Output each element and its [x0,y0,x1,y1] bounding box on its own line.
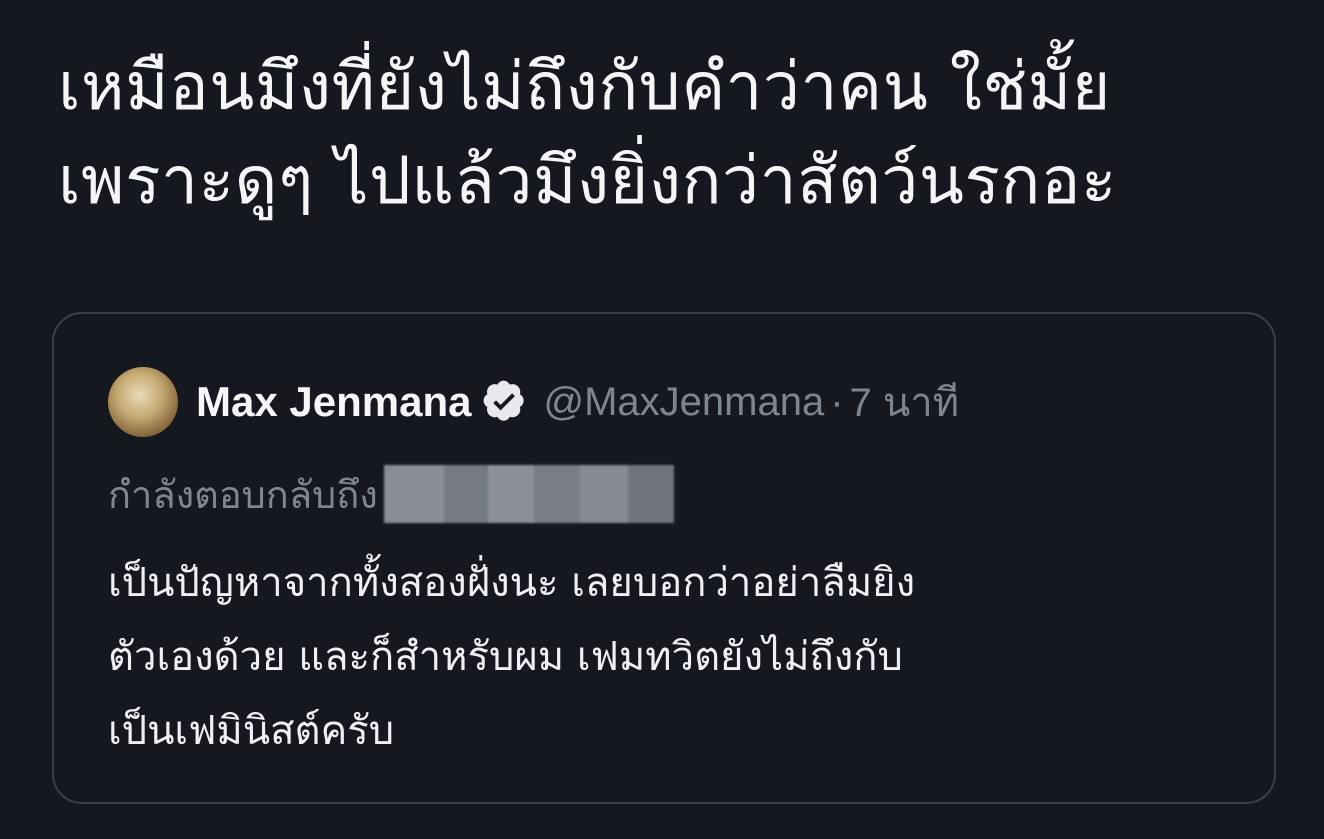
quoted-tweet-body: เป็นปัญหาจากทั้งสองฝั่งนะ เลยบอกว่าอย่าล… [108,546,1238,768]
quoted-tweet-card[interactable]: Max Jenmana @MaxJenmana · 7 นาที กำลังตอ… [52,312,1276,804]
avatar[interactable] [108,367,178,437]
quoted-tweet-line: เป็นปัญหาจากทั้งสองฝั่งนะ เลยบอกว่าอย่าล… [108,560,916,606]
tweet-timestamp[interactable]: 7 นาที [850,370,960,434]
replying-to-label: กำลังตอบกลับถึง [108,472,378,517]
quoted-tweet-header: Max Jenmana @MaxJenmana · 7 นาที [108,362,959,442]
main-post-line: เพราะดูๆ ไปแล้วมึงยิ่งกว่าสัตว์นรกอะ [58,142,1117,219]
author-handle[interactable]: @MaxJenmana [543,380,824,425]
separator-dot: · [830,379,844,424]
main-post-text: เหมือนมึงที่ยังไม่ถึงกับคำว่าคน ใช่มั้ย … [58,40,1288,228]
quoted-tweet-line: ตัวเองด้วย และก็สำหรับผม เฟมทวิตยังไม่ถึ… [108,634,903,680]
quoted-tweet-line: เป็นเฟมินิสต์ครับ [108,708,395,754]
redacted-username [383,465,674,523]
main-post-line: เหมือนมึงที่ยังไม่ถึงกับคำว่าคน ใช่มั้ย [58,48,1111,125]
verified-badge-icon [484,380,525,421]
replying-to-row: กำลังตอบกลับถึง [108,462,674,526]
author-display-name[interactable]: Max Jenmana [196,378,471,426]
